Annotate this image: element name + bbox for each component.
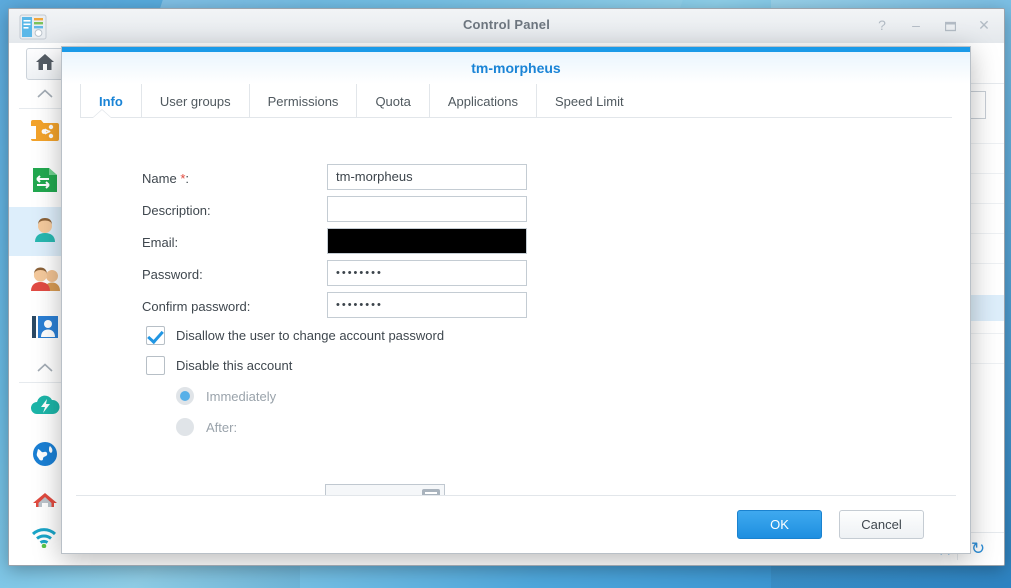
maximize-button[interactable] xyxy=(940,15,960,35)
description-input[interactable] xyxy=(327,196,527,222)
file-services-icon xyxy=(31,167,59,198)
help-button[interactable]: ? xyxy=(872,15,892,35)
window-titlebar: Control Panel ? – ✕ xyxy=(9,9,1004,44)
description-label: Description: xyxy=(142,203,211,218)
user-icon xyxy=(31,216,59,247)
disable-account-checkbox[interactable]: Disable this account xyxy=(146,356,292,375)
description-row: Description: xyxy=(142,196,211,224)
dialog-footer-divider xyxy=(76,495,956,496)
globe-icon xyxy=(32,441,58,472)
radio-dot[interactable] xyxy=(176,418,194,436)
dialog-body: Name *: tm-morpheus Description: Email: … xyxy=(62,118,970,495)
confirm-password-row: Confirm password: xyxy=(142,292,250,320)
name-row: Name *: xyxy=(142,164,189,192)
active-tab-pointer xyxy=(93,110,111,118)
quickconnect-cloud-icon xyxy=(30,394,60,421)
dialog-tabs: Info User groups Permissions Quota Appli… xyxy=(62,84,970,118)
dialog-title: tm-morpheus xyxy=(62,52,970,84)
email-input[interactable] xyxy=(327,228,527,254)
group-icon xyxy=(30,265,60,296)
tab-label: Quota xyxy=(375,94,410,109)
checkbox-box[interactable] xyxy=(146,356,165,375)
control-panel-window: Control Panel ? – ✕ xyxy=(8,8,1005,566)
chevron-up-icon xyxy=(37,89,53,98)
tab-label: Applications xyxy=(448,94,518,109)
tab-label: Speed Limit xyxy=(555,94,624,109)
chevron-up-icon xyxy=(37,363,53,372)
immediately-radio[interactable]: Immediately xyxy=(176,387,276,405)
after-radio[interactable]: After: xyxy=(176,418,237,436)
tab-speed-limit[interactable]: Speed Limit xyxy=(536,84,642,118)
home-icon xyxy=(35,53,55,76)
ok-button[interactable]: OK xyxy=(737,510,822,539)
cancel-button[interactable]: Cancel xyxy=(839,510,924,539)
confirm-password-input[interactable]: •••••••• xyxy=(327,292,527,318)
tab-label: Info xyxy=(99,94,123,109)
password-label: Password: xyxy=(142,267,203,282)
name-label: Name *: xyxy=(142,171,189,186)
shared-folder-icon xyxy=(30,118,60,149)
tab-permissions[interactable]: Permissions xyxy=(249,84,357,118)
checkbox-label: Disable this account xyxy=(176,358,292,373)
tab-label: Permissions xyxy=(268,94,339,109)
tab-label: User groups xyxy=(160,94,231,109)
email-row: Email: xyxy=(142,228,178,256)
tab-quota[interactable]: Quota xyxy=(356,84,428,118)
user-edit-dialog: tm-morpheus Info User groups Permissions… xyxy=(61,46,971,554)
sidebar-home-button[interactable] xyxy=(26,48,64,80)
radio-dot[interactable] xyxy=(176,387,194,405)
tab-user-groups[interactable]: User groups xyxy=(141,84,249,118)
domain-ldap-icon xyxy=(31,315,59,344)
wifi-icon xyxy=(31,535,57,552)
checkbox-box[interactable] xyxy=(146,326,165,345)
close-button[interactable]: ✕ xyxy=(974,15,994,35)
dialog-footer: OK Cancel xyxy=(62,495,970,553)
password-input[interactable]: •••••••• xyxy=(327,260,527,286)
checkbox-label: Disallow the user to change account pass… xyxy=(176,328,444,343)
tab-applications[interactable]: Applications xyxy=(429,84,536,118)
disallow-password-change-checkbox[interactable]: Disallow the user to change account pass… xyxy=(146,326,444,345)
password-row: Password: xyxy=(142,260,203,288)
name-input[interactable]: tm-morpheus xyxy=(327,164,527,190)
window-title: Control Panel xyxy=(9,17,1004,32)
email-label: Email: xyxy=(142,235,178,250)
radio-label: Immediately xyxy=(206,389,276,404)
radio-label: After: xyxy=(206,420,237,435)
window-controls: ? – ✕ xyxy=(872,15,994,35)
minimize-button[interactable]: – xyxy=(906,15,926,35)
confirm-password-label: Confirm password: xyxy=(142,299,250,314)
